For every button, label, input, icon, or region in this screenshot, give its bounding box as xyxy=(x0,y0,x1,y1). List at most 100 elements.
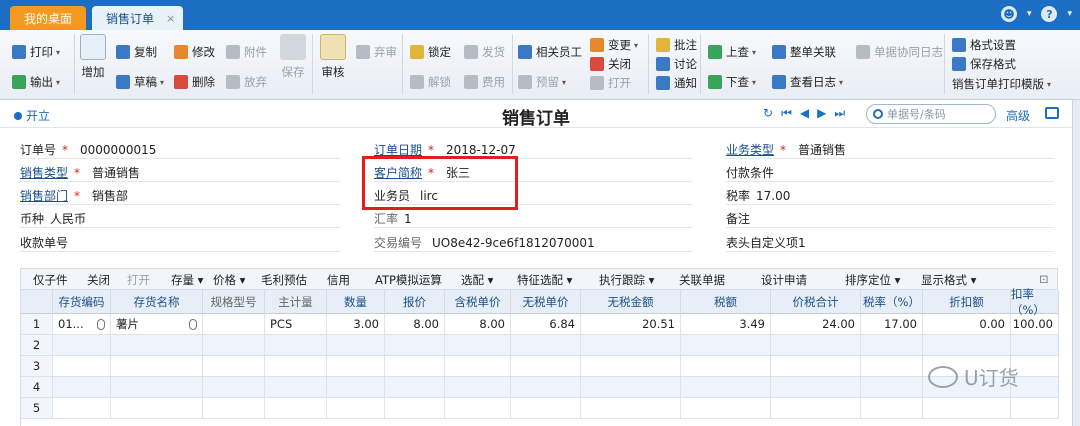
tab-sales-order[interactable]: 销售订单 × xyxy=(92,6,184,30)
table-cell[interactable] xyxy=(385,356,445,377)
grid-close-button[interactable]: 关闭 xyxy=(87,272,110,288)
notify-button[interactable]: 通知 xyxy=(656,75,697,91)
table-cell[interactable] xyxy=(681,335,771,356)
table-cell[interactable] xyxy=(327,398,385,419)
expand-icon[interactable]: ⊡ xyxy=(1039,272,1049,286)
change-button[interactable]: 变更 ▾ xyxy=(590,37,638,53)
ship-button[interactable]: 发货 xyxy=(464,44,505,60)
table-cell[interactable] xyxy=(385,377,445,398)
table-cell[interactable] xyxy=(385,335,445,356)
table-cell[interactable] xyxy=(445,398,511,419)
grid-price-button[interactable]: 价格 ▾ xyxy=(213,272,245,288)
grid-sort-button[interactable]: 排序定位 ▾ xyxy=(845,272,900,288)
grid-header-cell[interactable]: 无税单价 xyxy=(511,290,581,314)
table-cell[interactable]: 8.00 xyxy=(445,314,511,335)
grid-header-cell[interactable]: 数量 xyxy=(327,290,385,314)
paperclip-icon[interactable] xyxy=(189,318,197,330)
table-cell[interactable]: 薯片 xyxy=(111,314,203,335)
table-cell[interactable] xyxy=(111,398,203,419)
table-cell[interactable] xyxy=(511,398,581,419)
paperclip-icon[interactable] xyxy=(97,318,105,330)
table-cell[interactable] xyxy=(511,335,581,356)
user-icon[interactable]: ☻ xyxy=(1000,6,1017,22)
table-cell[interactable] xyxy=(53,398,111,419)
grid-header-cell[interactable]: 扣率（%） xyxy=(1011,287,1059,317)
grid-credit-button[interactable]: 信用 xyxy=(327,272,350,288)
field-exchange-rate[interactable]: 汇率 1 xyxy=(374,210,692,228)
audit-button[interactable]: 审核 xyxy=(320,34,346,80)
table-cell[interactable] xyxy=(581,377,681,398)
table-cell[interactable] xyxy=(265,356,327,377)
table-cell[interactable] xyxy=(53,356,111,377)
field-currency[interactable]: 币种 人民币 xyxy=(20,210,340,228)
table-cell[interactable]: 100.00 xyxy=(1011,314,1059,335)
view-log-button[interactable]: 查看日志 ▾ xyxy=(772,74,843,90)
field-receipt-no[interactable]: 收款单号 xyxy=(20,234,340,252)
grid-pick-button[interactable]: 选配 ▾ xyxy=(461,272,493,288)
discuss-button[interactable]: 讨论 xyxy=(656,56,697,72)
refresh-icon[interactable]: ↻ xyxy=(763,106,773,121)
search-input[interactable]: 单据号/条码 xyxy=(866,104,996,124)
table-cell[interactable] xyxy=(327,335,385,356)
close-order-button[interactable]: 关闭 xyxy=(590,56,631,72)
grid-atp-button[interactable]: ATP模拟运算 xyxy=(375,272,442,288)
grid-header-cell[interactable]: 税率（%） xyxy=(861,290,923,314)
field-order-no[interactable]: 订单号 * 0000000015 xyxy=(20,141,340,159)
next-record-icon[interactable]: ▶ xyxy=(817,106,826,121)
up-query-button[interactable]: 上查 ▾ xyxy=(708,44,756,60)
table-cell[interactable]: 3.49 xyxy=(681,314,771,335)
table-cell[interactable] xyxy=(581,356,681,377)
grid-header-cell[interactable]: 存货编码 xyxy=(53,290,111,314)
table-cell[interactable] xyxy=(445,335,511,356)
grid-copy-row-button[interactable]: 仅子件 xyxy=(33,272,68,288)
table-cell[interactable] xyxy=(203,398,265,419)
delete-button[interactable]: 删除 xyxy=(174,74,215,90)
advanced-search-link[interactable]: 高级 xyxy=(1006,107,1030,124)
field-dept[interactable]: 销售部门 * 销售部 xyxy=(20,187,340,205)
unlock-button[interactable]: 解锁 xyxy=(410,74,451,90)
table-cell[interactable] xyxy=(111,377,203,398)
grid-header-cell[interactable]: 税额 xyxy=(681,290,771,314)
table-cell[interactable] xyxy=(203,335,265,356)
table-cell[interactable] xyxy=(771,377,861,398)
table-cell[interactable] xyxy=(511,377,581,398)
table-cell[interactable] xyxy=(923,398,1011,419)
related-staff-button[interactable]: 相关员工 xyxy=(518,44,582,60)
table-cell[interactable] xyxy=(445,356,511,377)
print-button[interactable]: 打印 ▾ xyxy=(12,44,60,60)
table-cell[interactable] xyxy=(581,398,681,419)
last-record-icon[interactable]: ⏭ xyxy=(834,106,845,121)
assoc-button[interactable]: 整单关联 xyxy=(772,44,836,60)
preorder-button[interactable]: 预留 ▾ xyxy=(518,74,566,90)
first-record-icon[interactable]: ⏮ xyxy=(781,106,792,121)
table-cell[interactable] xyxy=(681,377,771,398)
collab-log-button[interactable]: 单据协同日志 xyxy=(856,44,943,60)
table-cell[interactable] xyxy=(681,398,771,419)
field-sales-type[interactable]: 销售类型 * 普通销售 xyxy=(20,164,340,182)
prev-record-icon[interactable]: ◀ xyxy=(800,106,809,121)
save-format-button[interactable]: 保存格式 xyxy=(952,56,1016,72)
grid-feature-button[interactable]: 特征选配 ▾ xyxy=(517,272,572,288)
table-cell[interactable] xyxy=(203,356,265,377)
table-cell[interactable] xyxy=(1011,398,1059,419)
export-button[interactable]: 输出 ▾ xyxy=(12,74,60,90)
table-cell[interactable] xyxy=(111,335,203,356)
table-cell[interactable]: 24.00 xyxy=(771,314,861,335)
vertical-scrollbar[interactable] xyxy=(1072,100,1080,426)
table-cell[interactable] xyxy=(203,314,265,335)
grid-margin-button[interactable]: 毛利预估 xyxy=(261,272,307,288)
note-button[interactable]: 批注 xyxy=(656,37,697,53)
table-cell[interactable] xyxy=(203,377,265,398)
draft-button[interactable]: 草稿 ▾ xyxy=(116,74,164,90)
table-cell[interactable] xyxy=(923,335,1011,356)
field-trade-no[interactable]: 交易编号 UO8e42-9ce6f1812070001 xyxy=(374,234,692,252)
table-cell[interactable] xyxy=(385,398,445,419)
close-icon[interactable]: × xyxy=(166,12,175,25)
table-cell[interactable] xyxy=(771,356,861,377)
table-cell[interactable] xyxy=(53,335,111,356)
table-cell[interactable]: 3.00 xyxy=(327,314,385,335)
table-cell[interactable]: PCS xyxy=(265,314,327,335)
grid-header-cell[interactable]: 含税单价 xyxy=(445,290,511,314)
table-cell[interactable] xyxy=(265,398,327,419)
grid-header-cell[interactable]: 无税金额 xyxy=(581,290,681,314)
